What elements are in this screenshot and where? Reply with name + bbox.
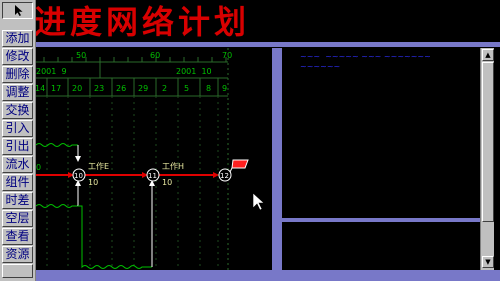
page-title: 进度网络计划 bbox=[34, 3, 251, 41]
activity-name: 工作E bbox=[88, 161, 109, 171]
float-time-button[interactable]: 时差 bbox=[2, 192, 33, 209]
day-label: 2 bbox=[162, 84, 167, 93]
activity-duration: 10 bbox=[162, 178, 172, 187]
day-label: 29 bbox=[138, 84, 148, 93]
arrow-head bbox=[213, 172, 219, 178]
arrow-head bbox=[75, 156, 81, 162]
free-float-wave bbox=[78, 205, 152, 269]
finish-flag-icon bbox=[231, 159, 249, 169]
network-canvas[interactable]: 50 60 70 2001 9 2001 10 14 17 20 23 26 2… bbox=[36, 48, 278, 270]
day-label: 8 bbox=[206, 84, 211, 93]
blank-tool-button[interactable] bbox=[2, 264, 33, 278]
scroll-up-icon[interactable]: ▲ bbox=[482, 49, 494, 61]
info-text-line: ~~~~~~ bbox=[300, 62, 341, 71]
day-label: 20 bbox=[72, 84, 82, 93]
swap-button[interactable]: 交换 bbox=[2, 102, 33, 119]
adjust-button[interactable]: 调整 bbox=[2, 84, 33, 101]
vertical-scrollbar[interactable]: ▲ ▼ bbox=[480, 48, 494, 270]
unit-label: 60 bbox=[150, 51, 160, 60]
flag-pole bbox=[229, 167, 233, 173]
left-toolbar: 添加 修改 删除 调整 交换 引入 引出 流水 组件 时差 空层 查看 资源 bbox=[0, 0, 36, 281]
day-label: 17 bbox=[51, 84, 61, 93]
day-label: 9 bbox=[222, 84, 227, 93]
flow-button[interactable]: 流水 bbox=[2, 156, 33, 173]
delete-button[interactable]: 删除 bbox=[2, 66, 33, 83]
resource-button[interactable]: 资源 bbox=[2, 246, 33, 263]
month-label: 2001 9 bbox=[36, 67, 67, 76]
activity-name: 工作H bbox=[162, 161, 184, 171]
node-label: 10 bbox=[74, 172, 83, 180]
title-bar: 进度网络计划 bbox=[0, 0, 500, 47]
stub-label: 0 bbox=[36, 163, 41, 172]
view-button[interactable]: 查看 bbox=[2, 228, 33, 245]
day-label: 23 bbox=[94, 84, 104, 93]
panel-border-left bbox=[278, 48, 282, 270]
info-text-line: ~~~ ~~~~~ ~~~ ~~~~~~~ bbox=[300, 52, 431, 61]
add-button[interactable]: 添加 bbox=[2, 30, 33, 47]
free-float-wave bbox=[36, 143, 78, 147]
component-button[interactable]: 组件 bbox=[2, 174, 33, 191]
activity-duration: 10 bbox=[88, 178, 98, 187]
unit-label: 50 bbox=[76, 51, 86, 60]
title-divider bbox=[34, 42, 500, 47]
pointer-tool-button[interactable] bbox=[2, 2, 33, 19]
day-label: 14 bbox=[36, 84, 45, 93]
scroll-down-icon[interactable]: ▼ bbox=[482, 256, 494, 268]
day-label: 26 bbox=[116, 84, 126, 93]
bottom-border bbox=[36, 270, 500, 281]
grid-lines bbox=[46, 96, 219, 270]
panel-border-horizontal bbox=[282, 218, 480, 222]
import-button[interactable]: 引入 bbox=[2, 120, 33, 137]
month-label: 2001 10 bbox=[176, 67, 212, 76]
node-label: 11 bbox=[148, 172, 157, 180]
scroll-thumb[interactable] bbox=[482, 62, 494, 222]
empty-layer-button[interactable]: 空层 bbox=[2, 210, 33, 227]
day-label: 5 bbox=[184, 84, 189, 93]
modify-button[interactable]: 修改 bbox=[2, 48, 33, 65]
export-button[interactable]: 引出 bbox=[2, 138, 33, 155]
unit-label: 70 bbox=[222, 51, 232, 60]
info-panel: ~~~ ~~~~~ ~~~ ~~~~~~~ ~~~~~~ bbox=[278, 48, 480, 270]
mouse-cursor-icon bbox=[252, 192, 265, 211]
node-label: 12 bbox=[220, 172, 229, 180]
free-float-wave bbox=[36, 204, 78, 208]
arrow-pointer-icon bbox=[14, 5, 22, 16]
